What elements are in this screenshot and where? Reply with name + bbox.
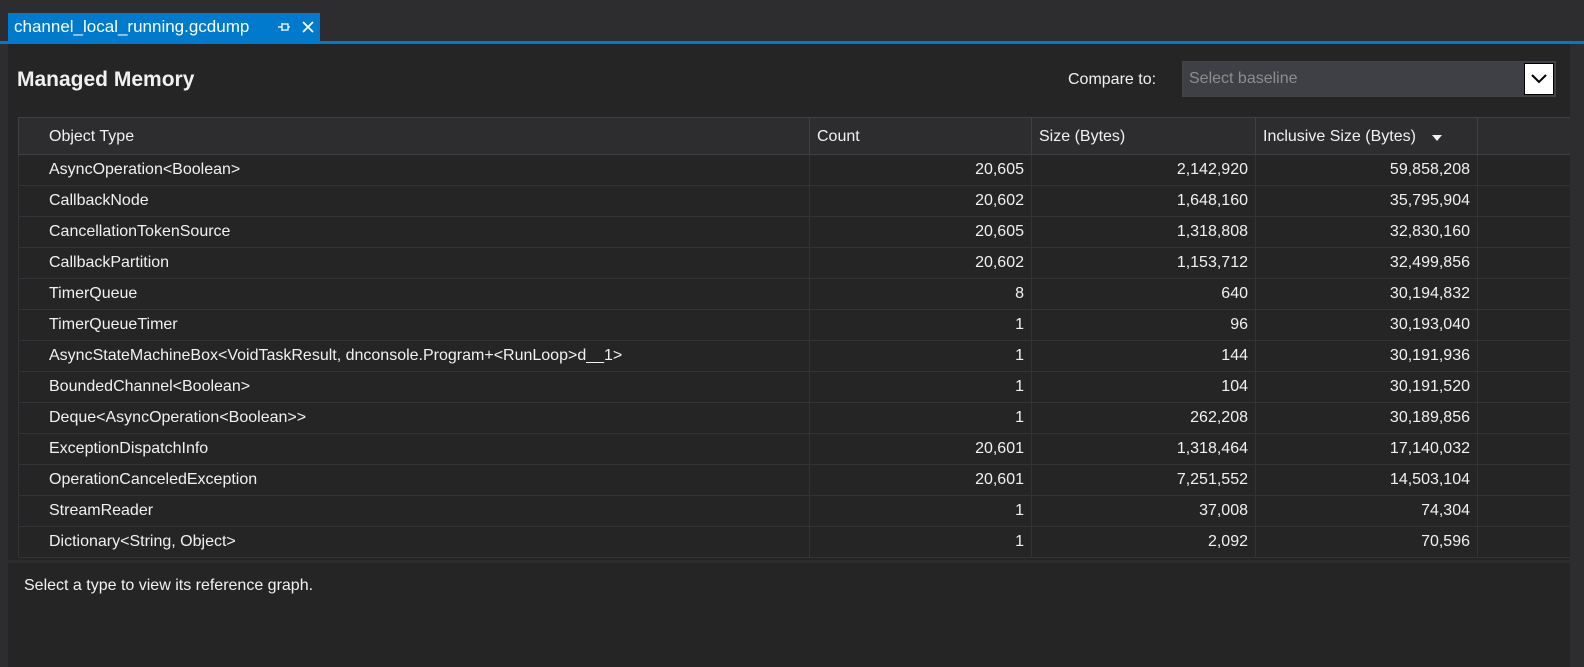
right-edge xyxy=(1570,44,1584,667)
cell-object-type: BoundedChannel<Boolean> xyxy=(18,372,810,402)
column-header-label: Inclusive Size (Bytes) xyxy=(1263,128,1416,145)
column-header-label: Size (Bytes) xyxy=(1039,128,1126,145)
cell-inclusive-size: 70,596 xyxy=(1256,527,1478,557)
table-row[interactable]: StreamReader 1 37,008 74,304 xyxy=(18,496,1570,527)
cell-count: 20,602 xyxy=(810,186,1032,216)
cell-object-type: AsyncOperation<Boolean> xyxy=(18,155,810,185)
table-row[interactable]: TimerQueue 8 640 30,194,832 xyxy=(18,279,1570,310)
sort-descending-icon xyxy=(1432,118,1443,155)
cell-object-type: OperationCanceledException xyxy=(18,465,810,495)
reference-graph-hint: Select a type to view its reference grap… xyxy=(24,577,314,594)
grid-header: Object Type Count Size (Bytes) Inclusive… xyxy=(18,117,1570,155)
cell-size: 1,318,464 xyxy=(1032,434,1256,464)
cell-count: 1 xyxy=(810,496,1032,526)
panel-splitter[interactable] xyxy=(8,560,1570,563)
managed-memory-document: Managed Memory Compare to: Select baseli… xyxy=(8,44,1570,667)
cell-object-type: TimerQueueTimer xyxy=(18,310,810,340)
cell-size: 2,142,920 xyxy=(1032,155,1256,185)
cell-size: 104 xyxy=(1032,372,1256,402)
tab-title: channel_local_running.gcdump xyxy=(14,17,250,36)
column-header-count[interactable]: Count xyxy=(810,118,1032,155)
table-row[interactable]: CallbackPartition 20,602 1,153,712 32,499,8… xyxy=(18,248,1570,279)
table-row[interactable]: AsyncOperation<Boolean> 20,605 2,142,920 59… xyxy=(18,155,1570,186)
cell-count: 20,605 xyxy=(810,217,1032,247)
cell-count: 1 xyxy=(810,310,1032,340)
cell-inclusive-size: 17,140,032 xyxy=(1256,434,1478,464)
cell-size: 7,251,552 xyxy=(1032,465,1256,495)
document-tab-strip: channel_local_running.gcdump xyxy=(0,0,1584,44)
cell-inclusive-size: 32,830,160 xyxy=(1256,217,1478,247)
cell-inclusive-size: 14,503,104 xyxy=(1256,465,1478,495)
column-header-inclusive-size[interactable]: Inclusive Size (Bytes) xyxy=(1256,118,1478,155)
pin-icon[interactable] xyxy=(274,17,294,37)
cell-object-type: AsyncStateMachineBox<VoidTaskResult, dnc… xyxy=(18,341,810,371)
table-row[interactable]: CallbackNode 20,602 1,648,160 35,795,904 xyxy=(18,186,1570,217)
cell-object-type: CallbackNode xyxy=(18,186,810,216)
cell-size: 2,092 xyxy=(1032,527,1256,557)
object-type-grid: Object Type Count Size (Bytes) Inclusive… xyxy=(18,117,1570,560)
cell-inclusive-size: 30,194,832 xyxy=(1256,279,1478,309)
column-header-object-type[interactable]: Object Type xyxy=(18,118,810,155)
column-header-size[interactable]: Size (Bytes) xyxy=(1032,118,1256,155)
cell-size: 144 xyxy=(1032,341,1256,371)
cell-inclusive-size: 30,191,520 xyxy=(1256,372,1478,402)
cell-object-type: Deque<AsyncOperation<Boolean>> xyxy=(18,403,810,433)
cell-inclusive-size: 30,191,936 xyxy=(1256,341,1478,371)
document-tab[interactable]: channel_local_running.gcdump xyxy=(8,13,320,41)
cell-size: 1,318,808 xyxy=(1032,217,1256,247)
table-row[interactable]: CancellationTokenSource 20,605 1,318,808 32… xyxy=(18,217,1570,248)
cell-size: 1,153,712 xyxy=(1032,248,1256,278)
baseline-placeholder: Select baseline xyxy=(1189,70,1298,87)
table-row[interactable]: BoundedChannel<Boolean> 1 104 30,191,520 xyxy=(18,372,1570,403)
cell-size: 262,208 xyxy=(1032,403,1256,433)
cell-count: 1 xyxy=(810,403,1032,433)
table-row[interactable]: Dictionary<String, Object> 1 2,092 70,596 xyxy=(18,527,1570,558)
cell-count: 20,605 xyxy=(810,155,1032,185)
cell-size: 37,008 xyxy=(1032,496,1256,526)
compare-to-label: Compare to: xyxy=(1068,71,1157,88)
cell-inclusive-size: 35,795,904 xyxy=(1256,186,1478,216)
cell-count: 20,601 xyxy=(810,434,1032,464)
cell-inclusive-size: 30,193,040 xyxy=(1256,310,1478,340)
cell-size: 1,648,160 xyxy=(1032,186,1256,216)
table-row[interactable]: TimerQueueTimer 1 96 30,193,040 xyxy=(18,310,1570,341)
cell-count: 8 xyxy=(810,279,1032,309)
table-row[interactable]: AsyncStateMachineBox<VoidTaskResult, dnc… xyxy=(18,341,1570,372)
chevron-down-icon[interactable] xyxy=(1524,63,1554,95)
table-row[interactable]: OperationCanceledException 20,601 7,251,55… xyxy=(18,465,1570,496)
cell-object-type: TimerQueue xyxy=(18,279,810,309)
table-row[interactable]: Deque<AsyncOperation<Boolean>> 1 262,208 30… xyxy=(18,403,1570,434)
table-row[interactable]: ExceptionDispatchInfo 20,601 1,318,464 17,1… xyxy=(18,434,1570,465)
close-icon[interactable] xyxy=(298,17,318,37)
cell-object-type: StreamReader xyxy=(18,496,810,526)
cell-count: 1 xyxy=(810,527,1032,557)
baseline-select[interactable]: Select baseline xyxy=(1182,61,1556,97)
cell-count: 20,602 xyxy=(810,248,1032,278)
cell-size: 640 xyxy=(1032,279,1256,309)
cell-inclusive-size: 30,189,856 xyxy=(1256,403,1478,433)
column-header-label: Count xyxy=(817,128,860,145)
column-header-label: Object Type xyxy=(49,128,135,145)
page-title: Managed Memory xyxy=(17,68,195,91)
column-header-filler xyxy=(1478,118,1570,155)
cell-object-type: CallbackPartition xyxy=(18,248,810,278)
cell-inclusive-size: 32,499,856 xyxy=(1256,248,1478,278)
cell-object-type: ExceptionDispatchInfo xyxy=(18,434,810,464)
cell-inclusive-size: 74,304 xyxy=(1256,496,1478,526)
cell-size: 96 xyxy=(1032,310,1256,340)
cell-count: 20,601 xyxy=(810,465,1032,495)
cell-inclusive-size: 59,858,208 xyxy=(1256,155,1478,185)
cell-count: 1 xyxy=(810,341,1032,371)
cell-object-type: CancellationTokenSource xyxy=(18,217,810,247)
cell-count: 1 xyxy=(810,372,1032,402)
cell-object-type: Dictionary<String, Object> xyxy=(18,527,810,557)
